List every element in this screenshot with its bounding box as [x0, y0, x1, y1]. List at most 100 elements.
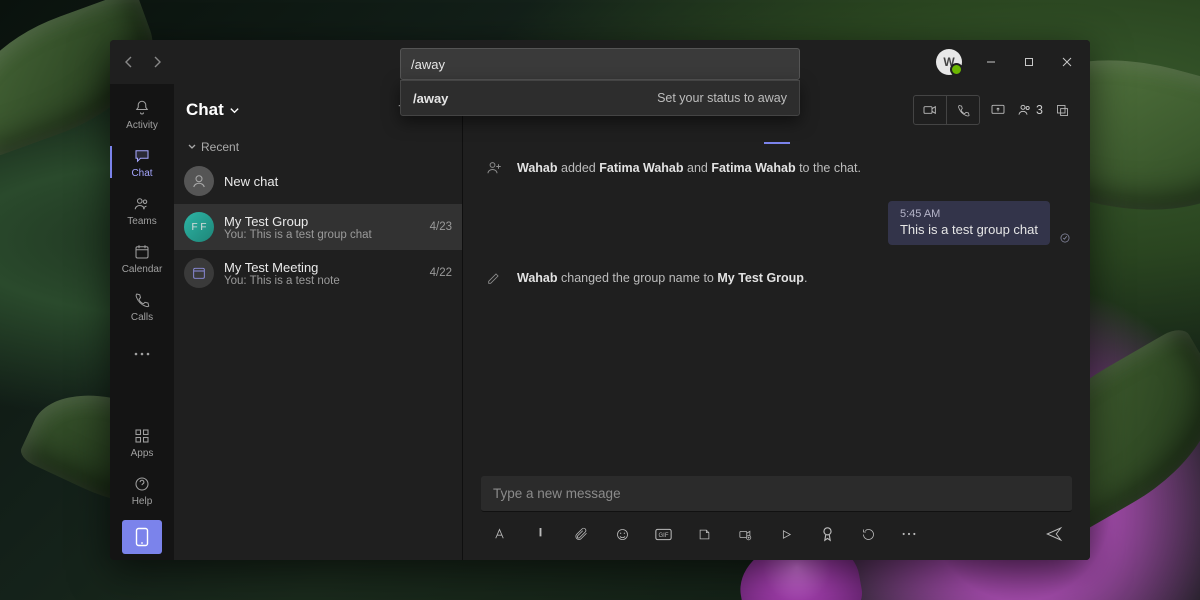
- rail-activity[interactable]: Activity: [110, 90, 174, 138]
- rail-label: Calls: [131, 312, 153, 323]
- meet-now-icon: [738, 527, 753, 542]
- calendar-icon: [132, 242, 152, 262]
- profile-avatar[interactable]: W: [936, 49, 962, 75]
- read-receipt-icon: [1058, 231, 1072, 245]
- nav-forward-button[interactable]: [144, 49, 170, 75]
- rail-calls[interactable]: Calls: [110, 282, 174, 330]
- share-screen-icon: [990, 102, 1006, 118]
- priority-icon: [534, 527, 547, 542]
- sticker-button[interactable]: [690, 520, 718, 548]
- avatar-placeholder-icon: [184, 166, 214, 196]
- meet-button[interactable]: [731, 520, 759, 548]
- search-input[interactable]: /away: [400, 48, 800, 80]
- chat-item-date: 4/23: [430, 221, 452, 233]
- rail-calendar[interactable]: Calendar: [110, 234, 174, 282]
- badge-icon: [821, 526, 834, 542]
- teams-icon: [132, 194, 152, 214]
- suggestion-description: Set your status to away: [657, 91, 787, 105]
- rail-label: Chat: [131, 168, 152, 179]
- format-icon: [492, 527, 507, 542]
- group-avatar-icon: F F: [184, 212, 214, 242]
- section-recent[interactable]: Recent: [174, 136, 462, 158]
- search-value: /away: [411, 57, 445, 72]
- stream-icon: [779, 527, 794, 542]
- people-icon: [1017, 102, 1033, 118]
- more-compose-button[interactable]: [895, 520, 923, 548]
- rail-label: Apps: [131, 448, 154, 459]
- presence-available-icon: [950, 63, 963, 76]
- more-icon: [901, 531, 917, 537]
- message-time: 5:45 AM: [900, 208, 1038, 220]
- phone-icon: [132, 290, 152, 310]
- popout-icon: [1055, 103, 1070, 118]
- compose-toolbar: GIF: [481, 512, 1072, 550]
- approvals-button[interactable]: [854, 520, 882, 548]
- format-button[interactable]: [485, 520, 513, 548]
- call-button-group: [913, 95, 980, 125]
- caret-down-icon: [188, 143, 196, 151]
- gif-button[interactable]: GIF: [649, 520, 677, 548]
- praise-button[interactable]: [813, 520, 841, 548]
- conversation-pane: 3 Wahab adde: [463, 84, 1090, 560]
- chat-item-preview: You: This is a test note: [224, 275, 420, 287]
- rail-more[interactable]: [110, 330, 174, 378]
- message-row: 5:45 AM This is a test group chat: [481, 201, 1072, 245]
- new-messages-divider: [463, 142, 1090, 143]
- chat-item-my-test-meeting[interactable]: My Test Meeting You: This is a test note…: [174, 250, 462, 296]
- window-minimize-button[interactable]: [972, 47, 1010, 77]
- chat-item-name: My Test Meeting: [224, 260, 420, 275]
- attach-icon: [574, 527, 589, 542]
- chat-icon: [132, 146, 152, 166]
- composer: Type a new message GIF: [481, 476, 1072, 550]
- chat-list-title[interactable]: Chat: [186, 100, 240, 120]
- rail-label: Calendar: [122, 264, 163, 275]
- chevron-down-icon: [229, 105, 240, 116]
- attach-button[interactable]: [567, 520, 595, 548]
- video-icon: [922, 102, 938, 118]
- video-call-button[interactable]: [914, 96, 946, 124]
- chat-item-my-test-group[interactable]: F F My Test Group You: This is a test gr…: [174, 204, 462, 250]
- more-icon: [132, 344, 152, 364]
- rail-mobile-button[interactable]: [122, 520, 162, 554]
- meeting-avatar-icon: [184, 258, 214, 288]
- teams-window: /away /away Set your status to away W: [110, 40, 1090, 560]
- priority-button[interactable]: [526, 520, 554, 548]
- participants-button[interactable]: 3: [1016, 96, 1044, 124]
- compose-input[interactable]: Type a new message: [481, 476, 1072, 512]
- phone-icon: [956, 103, 971, 118]
- rail-help[interactable]: Help: [110, 466, 174, 514]
- system-text: Wahab added Fatima Wahab and Fatima Waha…: [517, 161, 861, 175]
- suggestion-away[interactable]: /away Set your status to away: [401, 81, 799, 115]
- desktop-wallpaper: /away /away Set your status to away W: [0, 0, 1200, 600]
- approvals-icon: [861, 527, 876, 542]
- stream-button[interactable]: [772, 520, 800, 548]
- chat-item-new[interactable]: New chat: [174, 158, 462, 204]
- compose-placeholder: Type a new message: [493, 486, 621, 501]
- rail-chat[interactable]: Chat: [110, 138, 174, 186]
- pencil-icon: [483, 267, 505, 289]
- audio-call-button[interactable]: [946, 96, 979, 124]
- send-button[interactable]: [1040, 520, 1068, 548]
- app-rail: Activity Chat Teams: [110, 84, 174, 560]
- rail-teams[interactable]: Teams: [110, 186, 174, 234]
- svg-text:GIF: GIF: [658, 533, 668, 539]
- nav-back-button[interactable]: [116, 49, 142, 75]
- bell-icon: [132, 98, 152, 118]
- emoji-button[interactable]: [608, 520, 636, 548]
- message-bubble[interactable]: 5:45 AM This is a test group chat: [888, 201, 1050, 245]
- window-close-button[interactable]: [1048, 47, 1086, 77]
- rail-label: Activity: [126, 120, 158, 131]
- rail-label: Help: [132, 496, 153, 507]
- gif-icon: GIF: [655, 528, 672, 541]
- share-screen-button[interactable]: [984, 96, 1012, 124]
- chat-item-name: New chat: [224, 174, 452, 189]
- help-icon: [132, 474, 152, 494]
- rail-apps[interactable]: Apps: [110, 418, 174, 466]
- rail-label: Teams: [127, 216, 156, 227]
- popout-button[interactable]: [1048, 96, 1076, 124]
- system-text: Wahab changed the group name to My Test …: [517, 271, 807, 285]
- search-suggestions: /away Set your status to away: [400, 80, 800, 116]
- titlebar: /away /away Set your status to away W: [110, 40, 1090, 84]
- participant-count: 3: [1036, 103, 1043, 117]
- window-maximize-button[interactable]: [1010, 47, 1048, 77]
